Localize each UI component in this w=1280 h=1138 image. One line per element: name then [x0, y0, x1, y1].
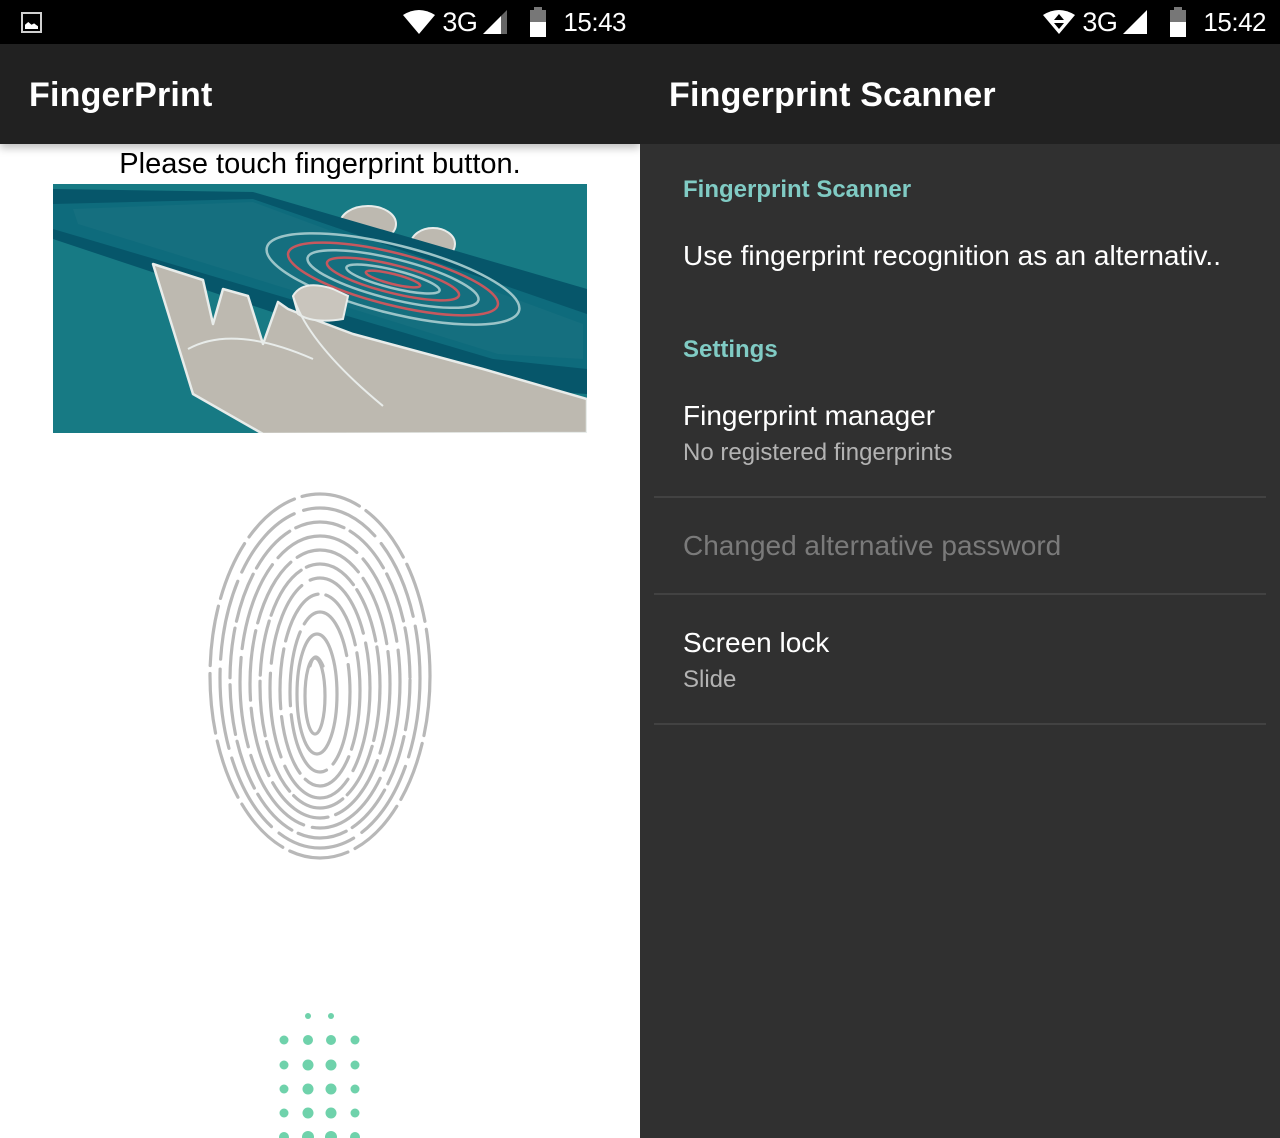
pref-title: Screen lock — [683, 627, 830, 658]
app-bar: FingerPrint — [0, 44, 640, 144]
pref-screen-lock[interactable]: Screen lock Slide — [640, 595, 1280, 723]
status-bar: 3G 15:43 — [0, 0, 640, 44]
hand-holding-phone-illustration — [53, 184, 587, 433]
pref-summary: No registered fingerprints — [683, 439, 953, 466]
cell-signal-icon — [483, 10, 508, 34]
divider — [654, 723, 1266, 725]
app-title: FingerPrint — [29, 76, 213, 114]
pref-changed-alternative-password: Changed alternative password — [640, 498, 1280, 593]
pref-title: Changed alternative password — [683, 530, 1062, 561]
fingerprint-app-screen: 3G 15:43 FingerPrint Please touch finger… — [0, 0, 640, 1138]
clock: 15:43 — [563, 6, 626, 37]
dot-grid-scan-indicator — [279, 1013, 360, 1138]
cell-signal-icon — [1123, 10, 1148, 34]
pref-title: Fingerprint manager — [683, 400, 936, 431]
clock: 15:42 — [1203, 6, 1266, 37]
fingerprint-settings-screen: 3G 15:42 Fingerprint Scanner Fingerprint… — [640, 0, 1280, 1138]
pref-use-fingerprint-alternative[interactable]: Use fingerprint recognition as an altern… — [640, 220, 1280, 300]
wifi-data-icon — [1043, 10, 1076, 34]
app-bar: Fingerprint Scanner — [640, 44, 1280, 144]
section-header-fingerprint-scanner: Fingerprint Scanner — [683, 176, 912, 203]
fingerprint-icon — [208, 492, 432, 860]
status-bar: 3G 15:42 — [640, 0, 1280, 44]
wifi-icon — [403, 10, 436, 34]
pref-fingerprint-manager[interactable]: Fingerprint manager No registered finger… — [640, 380, 1280, 496]
app-title: Fingerprint Scanner — [669, 76, 996, 114]
section-header-settings: Settings — [683, 336, 778, 363]
network-type: 3G — [1082, 6, 1118, 37]
touch-prompt: Please touch fingerprint button. — [119, 148, 521, 180]
network-type: 3G — [442, 6, 478, 37]
battery-icon — [530, 7, 547, 37]
pref-summary: Slide — [683, 666, 737, 693]
image-notification-icon — [21, 12, 42, 33]
pref-title: Use fingerprint recognition as an altern… — [683, 240, 1221, 271]
battery-icon — [1170, 7, 1187, 37]
